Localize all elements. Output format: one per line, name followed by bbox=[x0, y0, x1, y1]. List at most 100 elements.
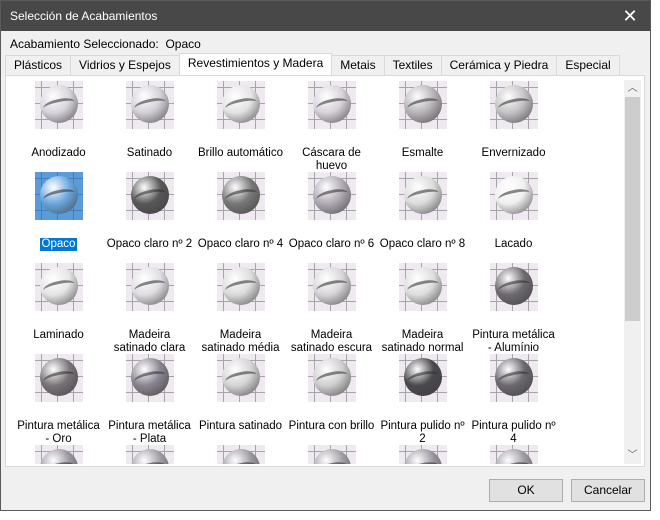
finish-selection-dialog: Selección de Acabamientos ✕ Acabamiento … bbox=[0, 0, 651, 511]
finish-item[interactable]: Pintura pulido nº 2 bbox=[377, 354, 468, 446]
material-sphere-icon bbox=[125, 263, 174, 311]
finish-label: Brillo automático bbox=[197, 147, 283, 159]
material-sphere-icon bbox=[34, 445, 83, 464]
finish-item[interactable]: Pintura metálica - Plata bbox=[104, 354, 195, 446]
sphere bbox=[221, 449, 260, 464]
finish-item[interactable]: Lacado bbox=[468, 172, 559, 251]
selected-finish-label: Acabamiento Seleccionado: Opaco bbox=[10, 37, 201, 51]
finish-list: Anodizado Satinado Brillo automático Cáscar… bbox=[8, 78, 624, 464]
finish-label: Opaco claro nº 2 bbox=[106, 238, 193, 250]
material-sphere-icon bbox=[398, 445, 447, 464]
finish-item[interactable]: Laminado bbox=[13, 263, 104, 342]
sphere bbox=[312, 449, 351, 464]
finish-label: Madeira satinado clara bbox=[113, 329, 186, 354]
vertical-scrollbar[interactable]: ︿ ﹀ bbox=[624, 80, 641, 464]
material-sphere-icon bbox=[398, 263, 447, 311]
tab-4[interactable]: Textiles bbox=[383, 55, 442, 75]
finish-item[interactable]: Opaco bbox=[13, 172, 104, 252]
material-sphere-icon bbox=[307, 172, 356, 220]
ok-button[interactable]: OK bbox=[489, 479, 563, 502]
material-sphere-icon bbox=[307, 263, 356, 311]
finish-label: Pintura satinado bbox=[198, 420, 283, 432]
finish-item[interactable] bbox=[195, 445, 286, 464]
material-sphere-icon bbox=[125, 172, 174, 220]
finish-item[interactable] bbox=[13, 445, 104, 464]
close-icon[interactable]: ✕ bbox=[610, 1, 650, 31]
finish-item[interactable]: Madeira satinado escura bbox=[286, 263, 377, 355]
finish-label: Madeira satinado escura bbox=[290, 329, 373, 354]
finish-item[interactable]: Pintura metálica - Oro bbox=[13, 354, 104, 446]
tab-0[interactable]: Plásticos bbox=[5, 55, 72, 75]
finish-item[interactable]: Satinado bbox=[104, 81, 195, 160]
finish-item[interactable]: Anodizado bbox=[13, 81, 104, 160]
finish-label: Pintura metálica - Alumínio bbox=[472, 329, 555, 354]
finish-item[interactable]: Pintura satinado bbox=[195, 354, 286, 433]
scroll-up-icon[interactable]: ︿ bbox=[624, 80, 641, 97]
tab-1[interactable]: Vidrios y Espejos bbox=[70, 55, 180, 75]
finish-label: Envernizado bbox=[481, 147, 546, 159]
material-sphere-icon bbox=[398, 354, 447, 402]
category-tabs: Plásticos Vidrios y Espejos Revestimientos… bbox=[5, 53, 620, 75]
material-sphere-icon bbox=[125, 445, 174, 464]
tab-2[interactable]: Revestimientos y Madera bbox=[178, 53, 333, 75]
finish-item[interactable]: Opaco claro nº 4 bbox=[195, 172, 286, 251]
material-sphere-icon bbox=[216, 172, 265, 220]
finish-item[interactable]: Pintura metálica - Alumínio bbox=[468, 263, 559, 355]
finish-label: Cáscara de huevo bbox=[302, 147, 361, 172]
material-sphere-icon bbox=[489, 445, 538, 464]
finish-item[interactable] bbox=[104, 445, 195, 464]
title-bar: Selección de Acabamientos ✕ bbox=[1, 1, 650, 31]
material-sphere-icon bbox=[307, 445, 356, 464]
sphere bbox=[494, 449, 533, 464]
finish-item[interactable] bbox=[286, 445, 377, 464]
finish-item[interactable]: Madeira satinado normal bbox=[377, 263, 468, 355]
finish-item[interactable] bbox=[377, 445, 468, 464]
finish-label: Esmalte bbox=[401, 147, 444, 159]
finish-label: Anodizado bbox=[31, 147, 86, 159]
finish-item[interactable]: Opaco claro nº 8 bbox=[377, 172, 468, 251]
finish-item[interactable]: Opaco claro nº 2 bbox=[104, 172, 195, 251]
finish-label: Madeira satinado média bbox=[201, 329, 280, 354]
finish-label: Pintura pulido nº 4 bbox=[471, 420, 556, 445]
finish-label: Satinado bbox=[126, 147, 173, 159]
material-sphere-icon bbox=[398, 172, 447, 220]
finish-item[interactable]: Brillo automático bbox=[195, 81, 286, 160]
material-sphere-icon bbox=[489, 172, 538, 220]
finish-item[interactable]: Envernizado bbox=[468, 81, 559, 160]
finish-item[interactable] bbox=[468, 445, 559, 464]
material-sphere-icon bbox=[398, 81, 447, 129]
tab-3[interactable]: Metais bbox=[331, 55, 385, 75]
material-sphere-icon bbox=[125, 354, 174, 402]
sphere bbox=[39, 449, 78, 464]
finish-item[interactable]: Madeira satinado clara bbox=[104, 263, 195, 355]
material-sphere-icon bbox=[216, 81, 265, 129]
scroll-down-icon[interactable]: ﹀ bbox=[624, 447, 641, 464]
finish-label: Laminado bbox=[33, 329, 84, 341]
material-sphere-icon bbox=[34, 172, 83, 220]
scrollbar-thumb[interactable] bbox=[625, 97, 640, 321]
finish-label: Opaco claro nº 6 bbox=[288, 238, 375, 250]
material-sphere-icon bbox=[307, 81, 356, 129]
finish-item[interactable]: Cáscara de huevo bbox=[286, 81, 377, 173]
finish-label: Pintura metálica - Oro bbox=[17, 420, 100, 445]
sphere bbox=[130, 449, 169, 464]
finish-label: Opaco claro nº 4 bbox=[197, 238, 284, 250]
material-sphere-icon bbox=[125, 81, 174, 129]
finish-label: Lacado bbox=[494, 238, 533, 250]
finish-item[interactable]: Pintura pulido nº 4 bbox=[468, 354, 559, 446]
material-sphere-icon bbox=[489, 263, 538, 311]
material-sphere-icon bbox=[34, 354, 83, 402]
finish-item[interactable]: Opaco claro nº 6 bbox=[286, 172, 377, 251]
tab-5[interactable]: Cerámica y Piedra bbox=[440, 55, 558, 75]
finish-item[interactable]: Pintura con brillo bbox=[286, 354, 377, 433]
cancel-button[interactable]: Cancelar bbox=[571, 479, 645, 502]
material-sphere-icon bbox=[34, 263, 83, 311]
material-sphere-icon bbox=[216, 445, 265, 464]
tab-6[interactable]: Especial bbox=[556, 55, 620, 75]
sphere bbox=[403, 449, 442, 464]
finish-label: Opaco claro nº 8 bbox=[379, 238, 466, 250]
material-sphere-icon bbox=[489, 354, 538, 402]
finish-item[interactable]: Madeira satinado média bbox=[195, 263, 286, 355]
material-sphere-icon bbox=[216, 263, 265, 311]
finish-item[interactable]: Esmalte bbox=[377, 81, 468, 160]
